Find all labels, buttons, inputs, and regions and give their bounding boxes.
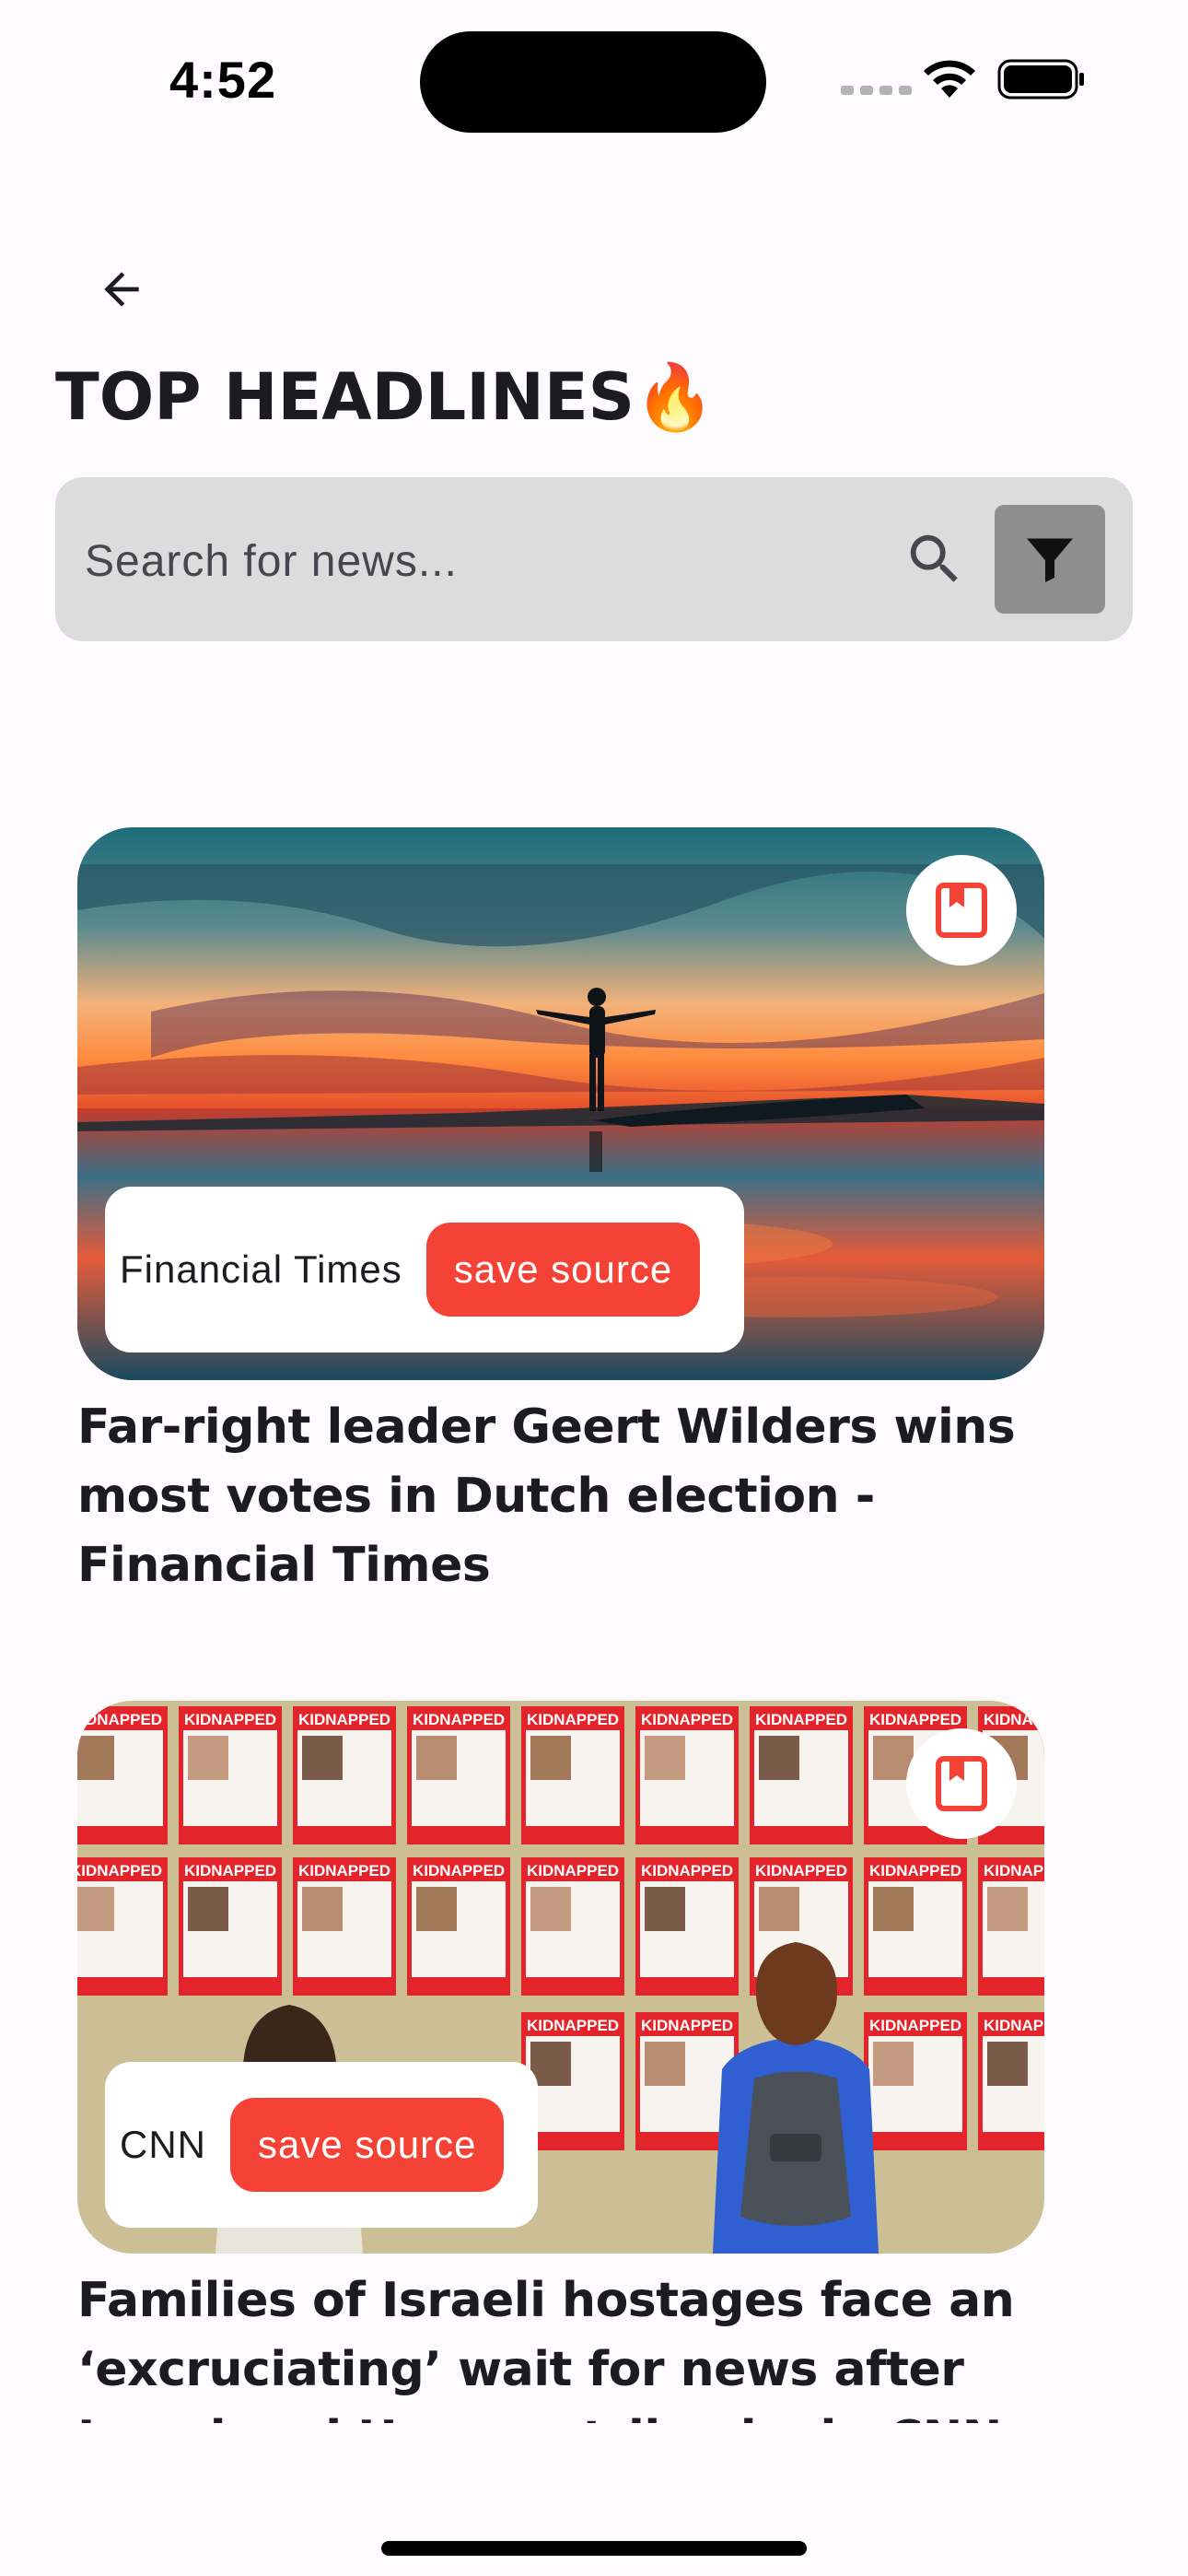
status-bar: 4:52: [0, 0, 1188, 157]
poster-label: KIDNAPPED: [869, 1862, 961, 1879]
back-button[interactable]: [85, 252, 158, 326]
kidnapped-poster: KIDNAPPED: [864, 2012, 967, 2150]
kidnapped-poster: KIDNAPPED: [521, 1857, 624, 1996]
kidnapped-poster: KIDNAPPED: [179, 1857, 282, 1996]
kidnapped-poster: KIDNAPPED: [407, 1857, 510, 1996]
poster-label: KIDNAPPED: [527, 2017, 619, 2034]
search-icon[interactable]: [903, 527, 967, 591]
source-name: CNN: [120, 2123, 206, 2166]
filter-icon: [1027, 538, 1073, 582]
article-card[interactable]: Financial Times save source Far-right le…: [77, 827, 1100, 1600]
kidnapped-poster: KIDNAPPED: [77, 1857, 168, 1996]
kidnapped-poster: KIDNAPPED: [978, 1857, 1044, 1996]
poster-label: KIDNAPPED: [984, 1862, 1044, 1879]
poster-label: KIDNAPPED: [984, 1711, 1044, 1728]
kidnapped-poster: KIDNAPPED: [978, 2012, 1044, 2150]
article-headline[interactable]: Far-right leader Geert Wilders wins most…: [77, 1393, 1100, 1600]
status-time: 4:52: [169, 51, 277, 109]
kidnapped-poster: KIDNAPPED: [179, 1706, 282, 1844]
source-chip: Financial Times save source: [105, 1187, 744, 1352]
kidnapped-poster: KIDNAPPED: [635, 1857, 739, 1996]
article-image[interactable]: Financial Times save source: [77, 827, 1044, 1380]
poster-label: KIDNAPPED: [641, 1711, 733, 1728]
poster-label: KIDNAPPED: [77, 1711, 162, 1728]
kidnapped-poster: KIDNAPPED: [77, 1706, 168, 1844]
search-input[interactable]: [83, 514, 888, 608]
bookmark-icon: [936, 1756, 987, 1811]
kidnapped-poster: KIDNAPPED: [750, 1706, 853, 1844]
article-image[interactable]: KIDNAPPED KIDNAPPED KIDNAPPED KIDNAPPED KIDN…: [77, 1701, 1044, 2254]
save-source-button[interactable]: save source: [425, 1223, 701, 1317]
source-name: Financial Times: [120, 1247, 402, 1291]
kidnapped-poster: KIDNAPPED: [293, 1857, 396, 1996]
poster-label: KIDNAPPED: [527, 1862, 619, 1879]
poster-label: KIDNAPPED: [184, 1862, 276, 1879]
article-card[interactable]: KIDNAPPED KIDNAPPED KIDNAPPED KIDNAPPED KIDN…: [77, 1701, 1100, 2423]
article-headline[interactable]: Families of Israeli hostages face an ‘ex…: [77, 2266, 1100, 2423]
dynamic-island: [420, 31, 766, 133]
filter-button[interactable]: [995, 505, 1105, 614]
poster-label: KIDNAPPED: [984, 2017, 1044, 2034]
save-source-button[interactable]: save source: [230, 2098, 505, 2192]
poster-label: KIDNAPPED: [755, 1862, 847, 1879]
bookmark-button[interactable]: [906, 1728, 1017, 1839]
wifi-icon: [924, 60, 975, 98]
poster-label: KIDNAPPED: [869, 2017, 961, 2034]
bookmark-button[interactable]: [906, 855, 1017, 966]
battery-icon: [997, 59, 1084, 100]
poster-label: KIDNAPPED: [755, 1711, 847, 1728]
kidnapped-poster: KIDNAPPED: [293, 1706, 396, 1844]
poster-label: KIDNAPPED: [413, 1711, 505, 1728]
back-arrow-icon: [104, 272, 139, 307]
cellular-signal-icon: [841, 86, 912, 95]
poster-label: KIDNAPPED: [641, 1862, 733, 1879]
kidnapped-poster: KIDNAPPED: [635, 1706, 739, 1844]
poster-label: KIDNAPPED: [641, 2017, 733, 2034]
poster-label: KIDNAPPED: [527, 1711, 619, 1728]
kidnapped-poster: KIDNAPPED: [521, 1706, 624, 1844]
poster-label: KIDNAPPED: [298, 1862, 390, 1879]
poster-label: KIDNAPPED: [298, 1711, 390, 1728]
kidnapped-poster: KIDNAPPED: [864, 1857, 967, 1996]
home-indicator: [381, 2541, 807, 2556]
bookmark-icon: [936, 883, 987, 938]
poster-label: KIDNAPPED: [413, 1862, 505, 1879]
poster-label: KIDNAPPED: [184, 1711, 276, 1728]
search-bar: [55, 477, 1133, 641]
source-chip: CNN save source: [105, 2062, 538, 2228]
poster-label: KIDNAPPED: [869, 1711, 961, 1728]
poster-label: KIDNAPPED: [77, 1862, 162, 1879]
page-title: TOP HEADLINES🔥: [55, 359, 716, 435]
kidnapped-poster: KIDNAPPED: [407, 1706, 510, 1844]
